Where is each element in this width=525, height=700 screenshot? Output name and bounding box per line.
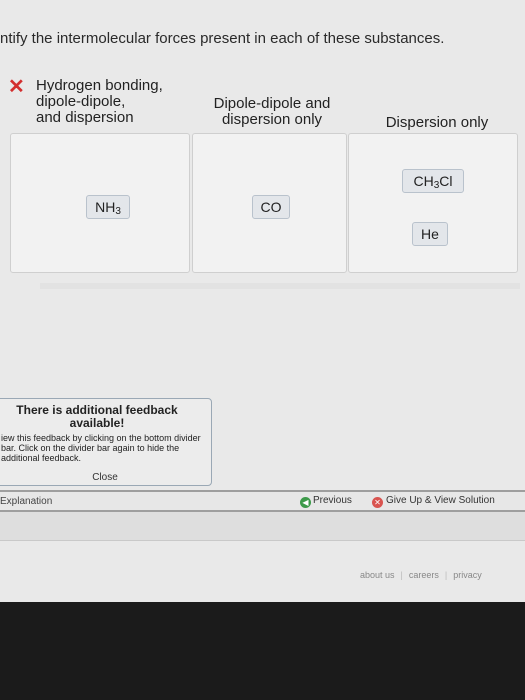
footer-separator: | bbox=[444, 570, 448, 580]
careers-link[interactable]: careers bbox=[409, 570, 439, 580]
bin-header-hbond-label: Hydrogen bonding, dipole-dipole, and dis… bbox=[36, 77, 163, 126]
page: ntify the intermolecular forces present … bbox=[0, 0, 525, 700]
previous-button[interactable]: ◀ Previous bbox=[300, 495, 352, 508]
previous-label: Previous bbox=[313, 495, 352, 506]
explanation-label[interactable]: Explanation bbox=[0, 496, 52, 507]
feedback-close-button[interactable]: Close bbox=[0, 472, 213, 483]
tile-co-main: CO bbox=[260, 199, 282, 215]
feedback-title: There is additional feedback available! bbox=[16, 403, 178, 430]
give-up-button[interactable]: ✕ Give Up & View Solution bbox=[372, 495, 495, 508]
feedback-popup: There is additional feedback available! … bbox=[0, 398, 212, 486]
question-text: ntify the intermolecular forces present … bbox=[0, 30, 445, 47]
tile-nh3[interactable]: NH3 bbox=[86, 195, 130, 219]
tile-nh3-main: NH bbox=[95, 199, 116, 215]
bin-header-hbond: ✕ Hydrogen bonding, dipole-dipole, and d… bbox=[8, 77, 176, 126]
tile-ch3cl-pre: CH bbox=[413, 173, 434, 189]
bin-header-dipole: Dipole-dipole and dispersion only bbox=[213, 95, 331, 128]
feedback-body: iew this feedback by clicking on the bot… bbox=[1, 433, 201, 463]
give-up-label: Give Up & View Solution bbox=[386, 495, 495, 506]
footer-links: about us | careers | privacy bbox=[360, 570, 482, 580]
tile-he[interactable]: He bbox=[412, 222, 448, 246]
screen-bezel bbox=[0, 602, 525, 700]
privacy-link[interactable]: privacy bbox=[453, 570, 482, 580]
tile-co[interactable]: CO bbox=[252, 195, 290, 219]
feedback-divider-bar[interactable]: Explanation ◀ Previous ✕ Give Up & View So… bbox=[0, 490, 525, 512]
empty-tile-tray bbox=[40, 283, 520, 289]
tile-nh3-sub: 3 bbox=[115, 206, 121, 217]
give-up-x-icon: ✕ bbox=[372, 497, 383, 508]
footer-separator: | bbox=[400, 570, 403, 580]
previous-arrow-icon: ◀ bbox=[300, 497, 311, 508]
tile-he-main: He bbox=[421, 226, 439, 242]
about-us-link[interactable]: about us bbox=[360, 570, 395, 580]
bin-dispersion-dropzone[interactable] bbox=[348, 133, 518, 273]
tile-ch3cl-post: Cl bbox=[439, 173, 453, 189]
bin-header-dispersion: Dispersion only bbox=[385, 114, 489, 131]
divider-strip bbox=[0, 512, 525, 541]
incorrect-x-icon: ✕ bbox=[8, 76, 25, 98]
tile-ch3cl[interactable]: CH3Cl bbox=[402, 169, 464, 193]
